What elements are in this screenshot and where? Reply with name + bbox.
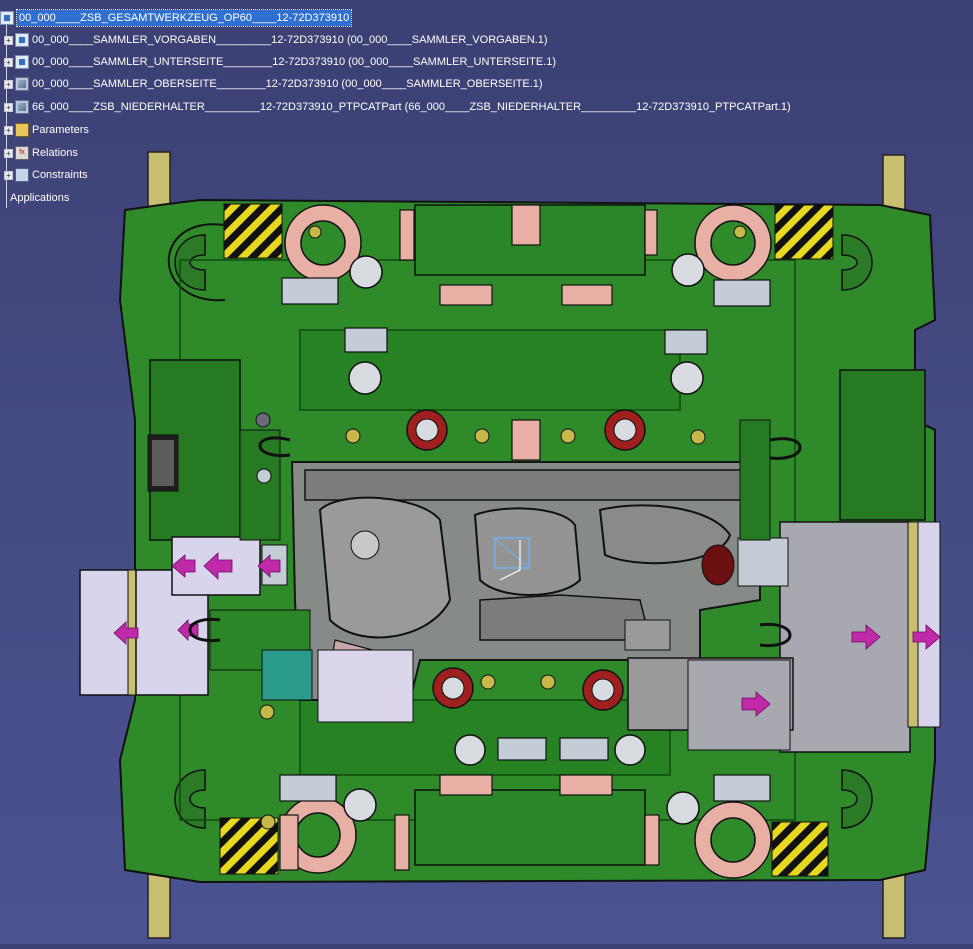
tree-node-parameters[interactable]: + Parameters xyxy=(4,122,89,138)
tree-node-niederhalter[interactable]: + 66_000____ZSB_NIEDERHALTER_________12-… xyxy=(4,99,791,115)
tree-node-sammler-oberseite[interactable]: + 00_000____SAMMLER_OBERSEITE________12-… xyxy=(4,76,543,92)
expand-icon[interactable]: + xyxy=(4,79,13,89)
specification-tree[interactable]: 00_000____ZSB_GESAMTWERKZEUG_OP60____12-… xyxy=(0,8,800,208)
product-icon xyxy=(0,11,14,25)
parameters-icon xyxy=(15,123,29,137)
part-icon xyxy=(15,77,29,91)
tree-node-sammler-unterseite[interactable]: + 00_000____SAMMLER_UNTERSEITE________12… xyxy=(4,54,556,70)
product-icon xyxy=(15,33,29,47)
expand-icon[interactable]: + xyxy=(4,125,13,135)
tree-node-applications[interactable]: Applications xyxy=(10,190,69,206)
tree-node-label[interactable]: 00_000____ZSB_GESAMTWERKZEUG_OP60____12-… xyxy=(15,9,353,27)
expand-icon[interactable]: + xyxy=(4,102,13,112)
tree-node-label[interactable]: Applications xyxy=(10,190,69,206)
tree-node-label[interactable]: 00_000____SAMMLER_UNTERSEITE________12-7… xyxy=(32,54,556,70)
expand-icon[interactable]: + xyxy=(4,170,13,180)
product-icon xyxy=(15,55,29,69)
tree-node-label[interactable]: 00_000____SAMMLER_VORGABEN_________12-72… xyxy=(32,32,547,48)
tree-node-constraints[interactable]: + Constraints xyxy=(4,167,88,183)
tree-node-root[interactable]: 00_000____ZSB_GESAMTWERKZEUG_OP60____12-… xyxy=(0,9,353,27)
expand-icon[interactable]: + xyxy=(4,148,13,158)
constraints-icon xyxy=(15,168,29,182)
part-icon xyxy=(15,100,29,114)
relations-icon: fx xyxy=(15,146,29,160)
tree-node-sammler-vorgaben[interactable]: + 00_000____SAMMLER_VORGABEN_________12-… xyxy=(4,32,547,48)
expand-icon[interactable]: + xyxy=(4,57,13,67)
tree-node-label[interactable]: Parameters xyxy=(32,122,89,138)
tree-node-label[interactable]: Constraints xyxy=(32,167,88,183)
tree-node-label[interactable]: 66_000____ZSB_NIEDERHALTER_________12-72… xyxy=(32,99,791,115)
expand-icon[interactable]: + xyxy=(4,35,13,45)
tree-node-label[interactable]: Relations xyxy=(32,145,78,161)
tree-node-label[interactable]: 00_000____SAMMLER_OBERSEITE________12-72… xyxy=(32,76,543,92)
tree-node-relations[interactable]: + fx Relations xyxy=(4,145,78,161)
